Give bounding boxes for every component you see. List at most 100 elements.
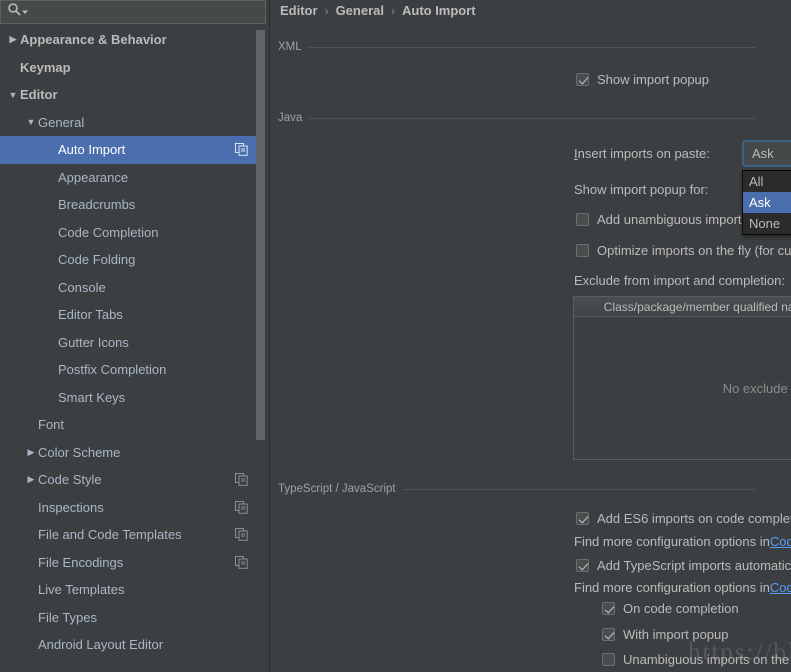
sidebar-item-live-templates[interactable]: Live Templates bbox=[0, 576, 262, 604]
sidebar-item-file-encodings[interactable]: File Encodings bbox=[0, 549, 262, 577]
dropdown-option-all[interactable]: All bbox=[743, 171, 791, 192]
checkbox-label: Add ES6 imports on code completion bbox=[597, 511, 791, 526]
sidebar-item-file-and-code-templates[interactable]: File and Code Templates bbox=[0, 521, 262, 549]
chevron-down-icon[interactable]: ▼ bbox=[6, 90, 20, 100]
checkbox-label: Unambiguous imports on the fly bbox=[623, 652, 791, 667]
sidebar-item-color-scheme[interactable]: ▶ Color Scheme bbox=[0, 439, 262, 467]
checkbox-box[interactable] bbox=[576, 213, 589, 226]
checkbox-label: With import popup bbox=[623, 627, 729, 642]
checkbox-show-import-popup-xml[interactable]: Show import popup bbox=[576, 72, 709, 87]
label-insert-imports-on-paste: Insert imports on paste: bbox=[574, 146, 710, 161]
tree-arrow-placeholder bbox=[24, 640, 38, 650]
sidebar-item-label: Editor Tabs bbox=[58, 307, 123, 323]
sidebar-item-auto-import[interactable]: Auto Import bbox=[0, 136, 262, 164]
sidebar-item-code-completion[interactable]: Code Completion bbox=[0, 219, 262, 247]
checkbox-add-es6-imports-on-code-completion[interactable]: Add ES6 imports on code completion bbox=[576, 511, 791, 526]
sidebar-search-box[interactable] bbox=[0, 0, 266, 24]
checkbox-box[interactable] bbox=[576, 73, 589, 86]
checkbox-optimize-imports-on-fly[interactable]: Optimize imports on the fly (for current… bbox=[576, 243, 791, 258]
copy-settings-icon[interactable] bbox=[235, 473, 248, 487]
chevron-down-icon[interactable]: ▼ bbox=[24, 117, 38, 127]
tree-arrow-placeholder bbox=[24, 612, 38, 622]
copy-settings-icon[interactable] bbox=[235, 143, 248, 157]
sidebar-item-smart-keys[interactable]: Smart Keys bbox=[0, 384, 262, 412]
hint-text: Find more configuration options in bbox=[574, 534, 770, 549]
checkbox-box[interactable] bbox=[576, 559, 589, 572]
tree-arrow-placeholder bbox=[44, 255, 58, 265]
sidebar-item-label: Editor bbox=[20, 87, 58, 103]
insert-imports-dropdown-list[interactable]: All Ask None bbox=[742, 170, 791, 235]
checkbox-with-import-popup[interactable]: With import popup bbox=[602, 627, 729, 642]
sidebar-item-font[interactable]: Font bbox=[0, 411, 262, 439]
checkbox-box[interactable] bbox=[576, 244, 589, 257]
table-empty-state: No exclude patterns bbox=[574, 317, 791, 459]
breadcrumb-general[interactable]: General bbox=[336, 3, 384, 18]
tree-arrow-placeholder bbox=[44, 310, 58, 320]
exclude-patterns-table[interactable]: Class/package/member qualified name mask… bbox=[573, 296, 791, 460]
sidebar-item-label: Code Folding bbox=[58, 252, 136, 268]
sidebar-item-postfix-completion[interactable]: Postfix Completion bbox=[0, 356, 262, 384]
checkbox-on-code-completion[interactable]: On code completion bbox=[602, 601, 739, 616]
group-xml: XML bbox=[278, 41, 756, 53]
sidebar-item-label: Live Templates bbox=[38, 582, 125, 598]
sidebar-item-android-layout-editor[interactable]: Android Layout Editor bbox=[0, 631, 262, 659]
tree-arrow-placeholder bbox=[6, 62, 20, 72]
sidebar-item-gutter-icons[interactable]: Gutter Icons bbox=[0, 329, 262, 357]
tree-arrow-placeholder bbox=[24, 420, 38, 430]
sidebar-item-label: Android Layout Editor bbox=[38, 637, 164, 653]
chevron-right-icon[interactable]: ▶ bbox=[6, 34, 20, 45]
sidebar-item-console[interactable]: Console bbox=[0, 274, 262, 302]
copy-settings-icon[interactable] bbox=[235, 500, 248, 514]
breadcrumb-editor[interactable]: Editor bbox=[280, 3, 318, 18]
label-text: Show import popup for: bbox=[574, 182, 709, 197]
table-empty-text: No exclude patterns bbox=[722, 380, 791, 396]
sidebar-item-code-folding[interactable]: Code Folding bbox=[0, 246, 262, 274]
dropdown-option-ask[interactable]: Ask bbox=[743, 192, 791, 213]
sidebar-item-general[interactable]: ▼ General bbox=[0, 109, 262, 137]
code-style-link[interactable]: Code Style bbox=[770, 534, 791, 549]
copy-settings-icon[interactable] bbox=[235, 528, 248, 542]
sidebar-item-keymap[interactable]: Keymap bbox=[0, 54, 262, 82]
group-ts-js-divider bbox=[402, 488, 756, 490]
sidebar-item-inspections[interactable]: Inspections bbox=[0, 494, 262, 522]
sidebar-item-label: Breadcrumbs bbox=[58, 197, 136, 213]
settings-sidebar: ▶ Appearance & Behavior Keymap ▼ Editor ▼ Gen… bbox=[0, 0, 270, 672]
hint-text: Find more configuration options in bbox=[574, 580, 770, 595]
checkbox-box[interactable] bbox=[602, 653, 615, 666]
code-style-link[interactable]: Code Style bbox=[770, 580, 791, 595]
group-xml-title: XML bbox=[278, 41, 302, 53]
chevron-right-icon[interactable]: ▶ bbox=[24, 474, 38, 485]
sidebar-item-file-types[interactable]: File Types bbox=[0, 604, 262, 632]
sidebar-item-label: File Encodings bbox=[38, 554, 124, 570]
search-dropdown-icon[interactable] bbox=[21, 3, 29, 21]
sidebar-item-editor[interactable]: ▼ Editor bbox=[0, 81, 262, 109]
checkbox-box[interactable] bbox=[576, 512, 589, 525]
sidebar-item-code-style[interactable]: ▶ Code Style bbox=[0, 466, 262, 494]
checkbox-unambiguous-imports-on-the-fly[interactable]: Unambiguous imports on the fly bbox=[602, 652, 791, 667]
insert-imports-label-rest: nsert imports on paste: bbox=[577, 146, 710, 161]
checkbox-add-typescript-imports-automatically[interactable]: Add TypeScript imports automatically bbox=[576, 558, 791, 573]
checkbox-box[interactable] bbox=[602, 602, 615, 615]
dropdown-option-none[interactable]: None bbox=[743, 213, 791, 234]
column-header-mask[interactable]: Class/package/member qualified name mask bbox=[574, 297, 791, 316]
tree-arrow-placeholder bbox=[44, 392, 58, 402]
tree-arrow-placeholder bbox=[24, 530, 38, 540]
sidebar-scrollbar-thumb[interactable] bbox=[256, 30, 265, 440]
search-input[interactable] bbox=[29, 2, 265, 22]
sidebar-item-label: Appearance bbox=[58, 169, 129, 185]
checkbox-box[interactable] bbox=[602, 628, 615, 641]
sidebar-item-appearance[interactable]: Appearance bbox=[0, 164, 262, 192]
chevron-right-icon[interactable]: ▶ bbox=[24, 447, 38, 458]
insert-imports-combobox[interactable]: Ask bbox=[742, 140, 791, 167]
group-ts-js-title: TypeScript / JavaScript bbox=[278, 483, 396, 495]
tree-arrow-placeholder bbox=[24, 502, 38, 512]
checkbox-label: On code completion bbox=[623, 601, 739, 616]
checkbox-label: Optimize imports on the fly (for current… bbox=[597, 243, 791, 258]
copy-settings-icon[interactable] bbox=[235, 555, 248, 569]
sidebar-item-label: Font bbox=[38, 417, 65, 433]
sidebar-item-breadcrumbs[interactable]: Breadcrumbs bbox=[0, 191, 262, 219]
sidebar-item-appearance-behavior[interactable]: ▶ Appearance & Behavior bbox=[0, 26, 262, 54]
sidebar-item-editor-tabs[interactable]: Editor Tabs bbox=[0, 301, 262, 329]
sidebar-item-label: Code Style bbox=[38, 472, 102, 488]
tree-arrow-placeholder bbox=[44, 172, 58, 182]
